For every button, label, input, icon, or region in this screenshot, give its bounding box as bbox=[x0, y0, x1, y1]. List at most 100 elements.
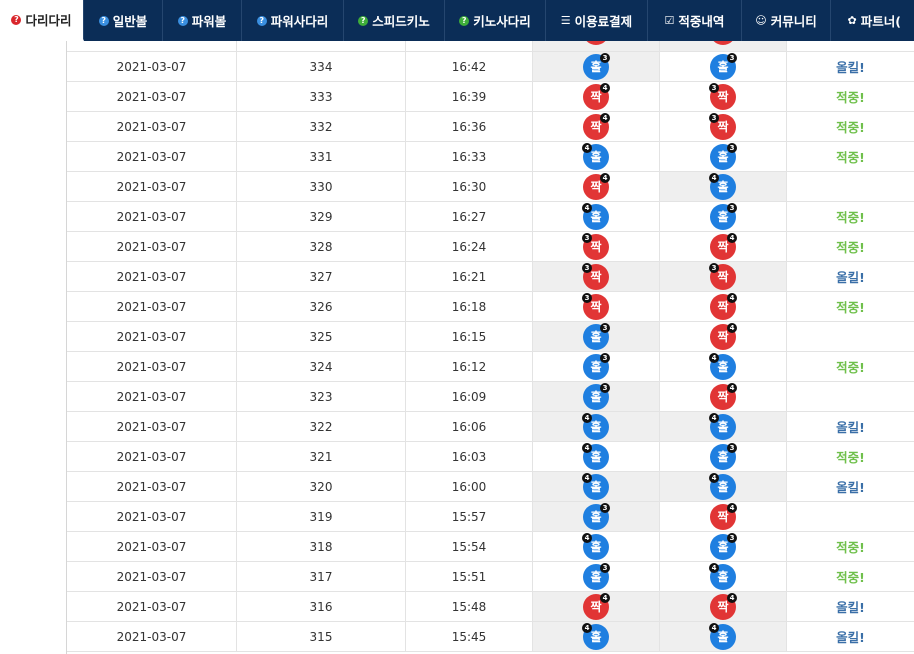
nav-tab-1[interactable]: ? 일반볼 bbox=[84, 0, 163, 41]
status-badge: 올킬! bbox=[836, 600, 865, 615]
even-ball-icon: 짝4 bbox=[710, 382, 737, 410]
table-row: 2021-03-07 330 16:30 짝 4 홀 4 bbox=[67, 172, 914, 202]
date-cell: 2021-03-07 bbox=[67, 442, 237, 471]
ball-label: 홀 bbox=[590, 630, 602, 644]
line-count-badge: 4 bbox=[582, 442, 592, 453]
date-cell: 2021-03-07 bbox=[67, 412, 237, 441]
ball-label: 홀 bbox=[717, 180, 729, 194]
nav-tab-6[interactable]: ☰ 이용료결제 bbox=[546, 0, 648, 41]
date-cell: 2021-03-07 bbox=[67, 172, 237, 201]
round-cell: 333 bbox=[237, 82, 406, 111]
round-cell: 325 bbox=[237, 322, 406, 351]
odd-ball-icon: 홀3 bbox=[583, 322, 610, 350]
result-cell-1: 홀3 bbox=[533, 52, 660, 81]
date-cell: 2021-03-07 bbox=[67, 352, 237, 381]
odd-ball-icon: 홀4 bbox=[582, 442, 609, 470]
status-badge bbox=[787, 322, 914, 351]
nav-tab-label: 키노사다리 bbox=[473, 14, 531, 29]
result-cell-1: 홀3 bbox=[533, 352, 660, 381]
table-row: 2021-03-07 318 15:54 홀 4 홀 3 적중! bbox=[67, 532, 914, 562]
time-cell: 16:15 bbox=[406, 322, 533, 351]
time-cell: 16:36 bbox=[406, 112, 533, 141]
table-row: 2021-03-07 319 15:57 홀 3 짝 4 bbox=[67, 502, 914, 532]
line-count-badge: 4 bbox=[727, 502, 737, 513]
table-row: 2021-03-07 316 15:48 짝 4 짝 4 올킬! bbox=[67, 592, 914, 622]
table-row-partial: 짝짝 bbox=[67, 41, 914, 52]
table-row: 2021-03-07 324 16:12 홀 3 홀 4 적중! bbox=[67, 352, 914, 382]
nav-tab-5[interactable]: ? 키노사다리 bbox=[445, 0, 546, 41]
nav-tab-8[interactable]: ☺ 커뮤니티 bbox=[742, 0, 831, 41]
line-count-badge: 3 bbox=[727, 142, 737, 153]
nav-tab-label: 일반볼 bbox=[112, 14, 148, 29]
even-ball-icon: 짝4 bbox=[583, 82, 610, 110]
result-cell-1: 홀4 bbox=[533, 202, 660, 231]
round-cell: 332 bbox=[237, 112, 406, 141]
result-cell-1: 짝4 bbox=[533, 592, 660, 621]
nav-tab-9[interactable]: ✿ 파트너( bbox=[831, 0, 914, 41]
date-cell: 2021-03-07 bbox=[67, 592, 237, 621]
result-cell-2: 홀3 bbox=[660, 442, 787, 471]
nav-tab-7[interactable]: ☑ 적중내역 bbox=[648, 0, 742, 41]
line-count-badge: 3 bbox=[582, 232, 592, 243]
odd-ball-icon: 홀4 bbox=[582, 532, 609, 560]
ball-label: 짝 bbox=[590, 270, 602, 284]
result-cell-2: 짝4 bbox=[660, 232, 787, 261]
date-cell: 2021-03-07 bbox=[67, 322, 237, 351]
table-row: 2021-03-07 332 16:36 짝 4 짝 3 적중! bbox=[67, 112, 914, 142]
nav-tab-label: 스피드키노 bbox=[372, 14, 430, 29]
date-cell: 2021-03-07 bbox=[67, 142, 237, 171]
odd-ball-icon: 홀4 bbox=[709, 172, 736, 200]
line-count-badge: 4 bbox=[709, 562, 719, 573]
question-blue-icon: ? bbox=[177, 15, 188, 26]
time-cell: 16:27 bbox=[406, 202, 533, 231]
nav-tab-3[interactable]: ? 파워사다리 bbox=[242, 0, 344, 41]
even-ball-icon: 짝4 bbox=[710, 502, 737, 530]
result-cell-1: 짝4 bbox=[533, 172, 660, 201]
line-count-badge: 4 bbox=[600, 82, 610, 93]
odd-ball-icon: 홀4 bbox=[582, 622, 609, 650]
result-cell-2: 짝4 bbox=[660, 292, 787, 321]
round-cell: 329 bbox=[237, 202, 406, 231]
odd-ball-icon: 홀3 bbox=[710, 52, 737, 80]
time-cell: 16:00 bbox=[406, 472, 533, 501]
line-count-badge: 3 bbox=[600, 562, 610, 573]
result-cell-2: 홀4 bbox=[660, 472, 787, 501]
nav-tab-label: 파워사다리 bbox=[270, 14, 329, 29]
nav-tab-label: 커뮤니티 bbox=[770, 14, 817, 29]
time-cell: 16:33 bbox=[406, 142, 533, 171]
even-ball-icon: 짝3 bbox=[709, 262, 736, 290]
result-cell-2: 홀3 bbox=[660, 202, 787, 231]
nav-tab-0[interactable]: ? 다리다리 bbox=[0, 0, 84, 41]
status-badge: 적중! bbox=[836, 300, 865, 315]
line-count-badge: 4 bbox=[709, 172, 719, 183]
nav-tab-4[interactable]: ? 스피드키노 bbox=[344, 0, 445, 41]
round-cell: 317 bbox=[237, 562, 406, 591]
date-cell: 2021-03-07 bbox=[67, 202, 237, 231]
result-cell-1: 짝3 bbox=[533, 292, 660, 321]
result-cell-2: 짝4 bbox=[660, 322, 787, 351]
status-badge: 적중! bbox=[836, 210, 865, 225]
time-cell: 16:39 bbox=[406, 82, 533, 111]
nav-tab-2[interactable]: ? 파워볼 bbox=[163, 0, 242, 41]
result-cell-2: 짝3 bbox=[660, 82, 787, 111]
line-count-badge: 4 bbox=[727, 592, 737, 603]
time-cell: 15:51 bbox=[406, 562, 533, 591]
result-cell-2: 짝4 bbox=[660, 592, 787, 621]
line-count-badge: 3 bbox=[727, 202, 737, 213]
line-count-badge: 3 bbox=[709, 112, 719, 123]
line-count-badge: 3 bbox=[600, 352, 610, 363]
checkbox-icon: ☑ bbox=[664, 14, 675, 27]
ball-label: 홀 bbox=[717, 360, 729, 374]
round-cell: 321 bbox=[237, 442, 406, 471]
odd-ball-icon: 홀3 bbox=[710, 442, 737, 470]
ball-label: 짝 bbox=[590, 240, 602, 254]
table-row: 2021-03-07 315 15:45 홀 4 홀 4 올킬! bbox=[67, 622, 914, 652]
question-blue-icon: ? bbox=[98, 15, 109, 26]
line-count-badge: 4 bbox=[582, 532, 592, 543]
line-count-badge: 3 bbox=[582, 262, 592, 273]
date-cell: 2021-03-07 bbox=[67, 562, 237, 591]
result-cell-2: 짝4 bbox=[660, 502, 787, 531]
date-cell: 2021-03-07 bbox=[67, 262, 237, 291]
odd-ball-icon: 홀3 bbox=[710, 202, 737, 230]
result-cell-2: 홀4 bbox=[660, 562, 787, 591]
